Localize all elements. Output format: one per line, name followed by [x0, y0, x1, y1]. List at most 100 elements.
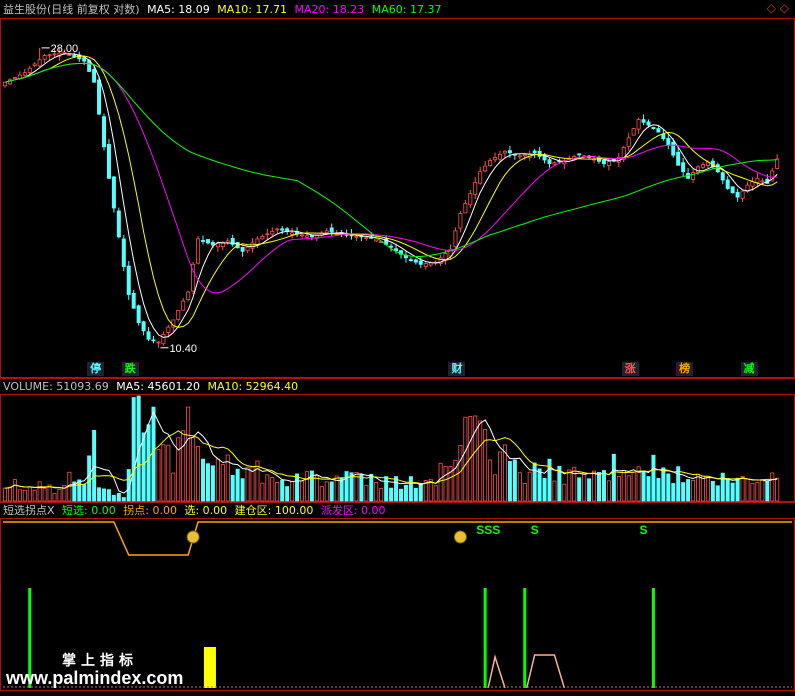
volume-readout: VOLUME: 51093.69 [3, 380, 109, 393]
calendar-marker[interactable]: 榜 [676, 362, 694, 376]
candle-body [245, 246, 250, 252]
candle-body [671, 141, 676, 156]
volume-bar [567, 469, 572, 502]
volume-bar [379, 488, 384, 502]
volume-bar [151, 406, 156, 502]
price-panel-border [0, 18, 795, 378]
candle-body [32, 63, 37, 66]
candle-body [290, 232, 295, 235]
candle-body [740, 190, 745, 199]
candle-body [775, 158, 780, 169]
calendar-marker[interactable]: 财 [448, 362, 466, 376]
candle-body [354, 235, 359, 238]
calendar-marker[interactable]: 减 [740, 362, 758, 376]
volume-bar [27, 486, 32, 502]
volume-bar [245, 466, 250, 502]
candle-body [97, 79, 102, 115]
candle-body [666, 138, 671, 146]
candle-body [502, 150, 507, 154]
candle-body [626, 137, 631, 147]
candle-body [12, 77, 17, 79]
candle-body [225, 240, 230, 243]
volume-bar [686, 479, 691, 502]
candle-body [186, 291, 191, 300]
volume-bar [7, 486, 12, 502]
volume-bar [92, 429, 97, 502]
candle-body [126, 265, 131, 295]
candle-body [270, 230, 275, 235]
diamond-icon[interactable]: ◇ ◇ [767, 2, 789, 14]
candle-body [488, 160, 493, 167]
volume-bar [329, 481, 334, 502]
s-signal-label: S [640, 523, 648, 537]
volume-bar [210, 465, 215, 502]
s-signal-label: S [531, 523, 539, 537]
candle-body [552, 162, 557, 165]
volume-bar [339, 477, 344, 502]
volume-bar [740, 475, 745, 502]
neutral-face-icon [453, 530, 467, 544]
ma20-readout: MA20: 18.23 [294, 3, 365, 16]
indicator-name: 短选拐点X [3, 504, 55, 517]
volume-bar [186, 406, 191, 502]
calendar-marker[interactable]: 跌 [121, 362, 139, 376]
volume-bar [304, 471, 309, 502]
volume-bar [606, 480, 611, 502]
volume-bar [517, 472, 522, 502]
volume-bar [359, 474, 364, 502]
calendar-marker[interactable]: 涨 [621, 362, 639, 376]
volume-bar [47, 484, 52, 502]
volume-bar [369, 473, 374, 502]
candle-body [106, 144, 111, 179]
volume-bar [527, 471, 532, 502]
candle-body [458, 213, 463, 229]
volume-bar [230, 474, 235, 502]
volume-bar [641, 470, 646, 502]
candle-body [532, 150, 537, 154]
candle-body [483, 165, 488, 172]
volume-bar [725, 477, 730, 502]
calendar-marker[interactable]: 停 [87, 362, 105, 376]
candle-body [280, 228, 285, 231]
volume-bar [403, 484, 408, 502]
candle-body [121, 238, 126, 267]
candle-body [136, 305, 141, 324]
duanxuan-readout: 短选: 0.00 [62, 504, 116, 517]
volume-bar [666, 473, 671, 502]
volume-bar [710, 480, 715, 502]
candle-body [389, 245, 394, 248]
volume-bar [626, 475, 631, 502]
volume-bar [765, 480, 770, 502]
volume-bar [443, 465, 448, 502]
chart-stage: 28.00 10.40 SSS S S 益生股份(日线 前复权 对数) MA5: 18.… [0, 0, 795, 692]
volume-bar [364, 484, 369, 502]
candle-body [116, 210, 121, 238]
candle-body [250, 242, 255, 249]
candle-body [200, 240, 205, 242]
volume-bar [389, 487, 394, 502]
candle-body [493, 157, 498, 161]
candle-body [473, 182, 478, 195]
candle-body [676, 151, 681, 166]
ma5-readout: MA5: 18.09 [147, 3, 210, 16]
volume-bar [220, 464, 225, 502]
yellow-signal-block [203, 647, 216, 688]
volume-bar [418, 483, 423, 502]
volume-bar [735, 477, 740, 502]
volume-bar [111, 494, 116, 502]
candle-body [681, 162, 686, 173]
volume-bar [299, 480, 304, 502]
volume-bar [582, 472, 587, 502]
volume-bar [215, 458, 220, 502]
chart-canvas[interactable]: 28.0010.40SSS S S [0, 0, 795, 692]
volume-bar [537, 468, 542, 502]
volume-bar [700, 475, 705, 502]
candle-body [606, 161, 611, 166]
volume-bar [497, 451, 502, 502]
ma5-line [4, 53, 778, 338]
volume-bar [121, 497, 126, 502]
candle-body [601, 159, 606, 165]
candle-body [37, 59, 42, 67]
neutral-face-icon [186, 530, 200, 544]
volume-bar [611, 453, 616, 502]
